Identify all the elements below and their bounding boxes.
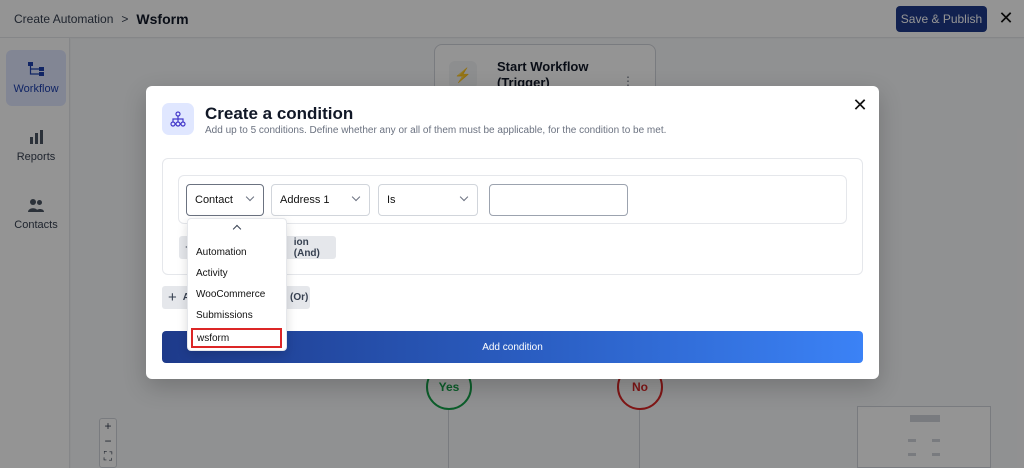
condition-tree-icon <box>162 103 194 135</box>
chevron-down-icon <box>245 192 255 202</box>
field-select[interactable]: Address 1 <box>271 184 370 216</box>
condition-value-input[interactable] <box>489 184 628 216</box>
modal-title: Create a condition <box>205 104 354 123</box>
field-select-value: Address 1 <box>280 194 330 206</box>
plus-icon: + <box>168 289 177 306</box>
add-and-label: ion (And) <box>293 236 320 259</box>
dropdown-option-submissions[interactable]: Submissions <box>196 310 253 321</box>
close-icon[interactable]: ✕ <box>850 95 870 115</box>
operator-select[interactable]: Is <box>378 184 478 216</box>
dropdown-option-automation[interactable]: Automation <box>196 247 247 258</box>
chevron-down-icon <box>459 192 469 202</box>
condition-row: Contact Address 1 Is <box>178 175 847 224</box>
chevron-up-icon[interactable] <box>232 224 242 234</box>
chevron-down-icon <box>351 192 361 202</box>
modal-subtitle: Add up to 5 conditions. Define whether a… <box>205 125 667 136</box>
add-or-label: (Or) <box>290 292 309 303</box>
dropdown-option-woocommerce[interactable]: WooCommerce <box>196 289 265 300</box>
dropdown-option-wsform[interactable]: wsform <box>191 328 282 348</box>
category-select-value: Contact <box>195 194 233 206</box>
category-select[interactable]: Contact <box>186 184 264 216</box>
operator-select-value: Is <box>387 194 396 206</box>
category-dropdown-menu: Automation Activity WooCommerce Submissi… <box>187 218 287 351</box>
dropdown-option-activity[interactable]: Activity <box>196 268 228 279</box>
